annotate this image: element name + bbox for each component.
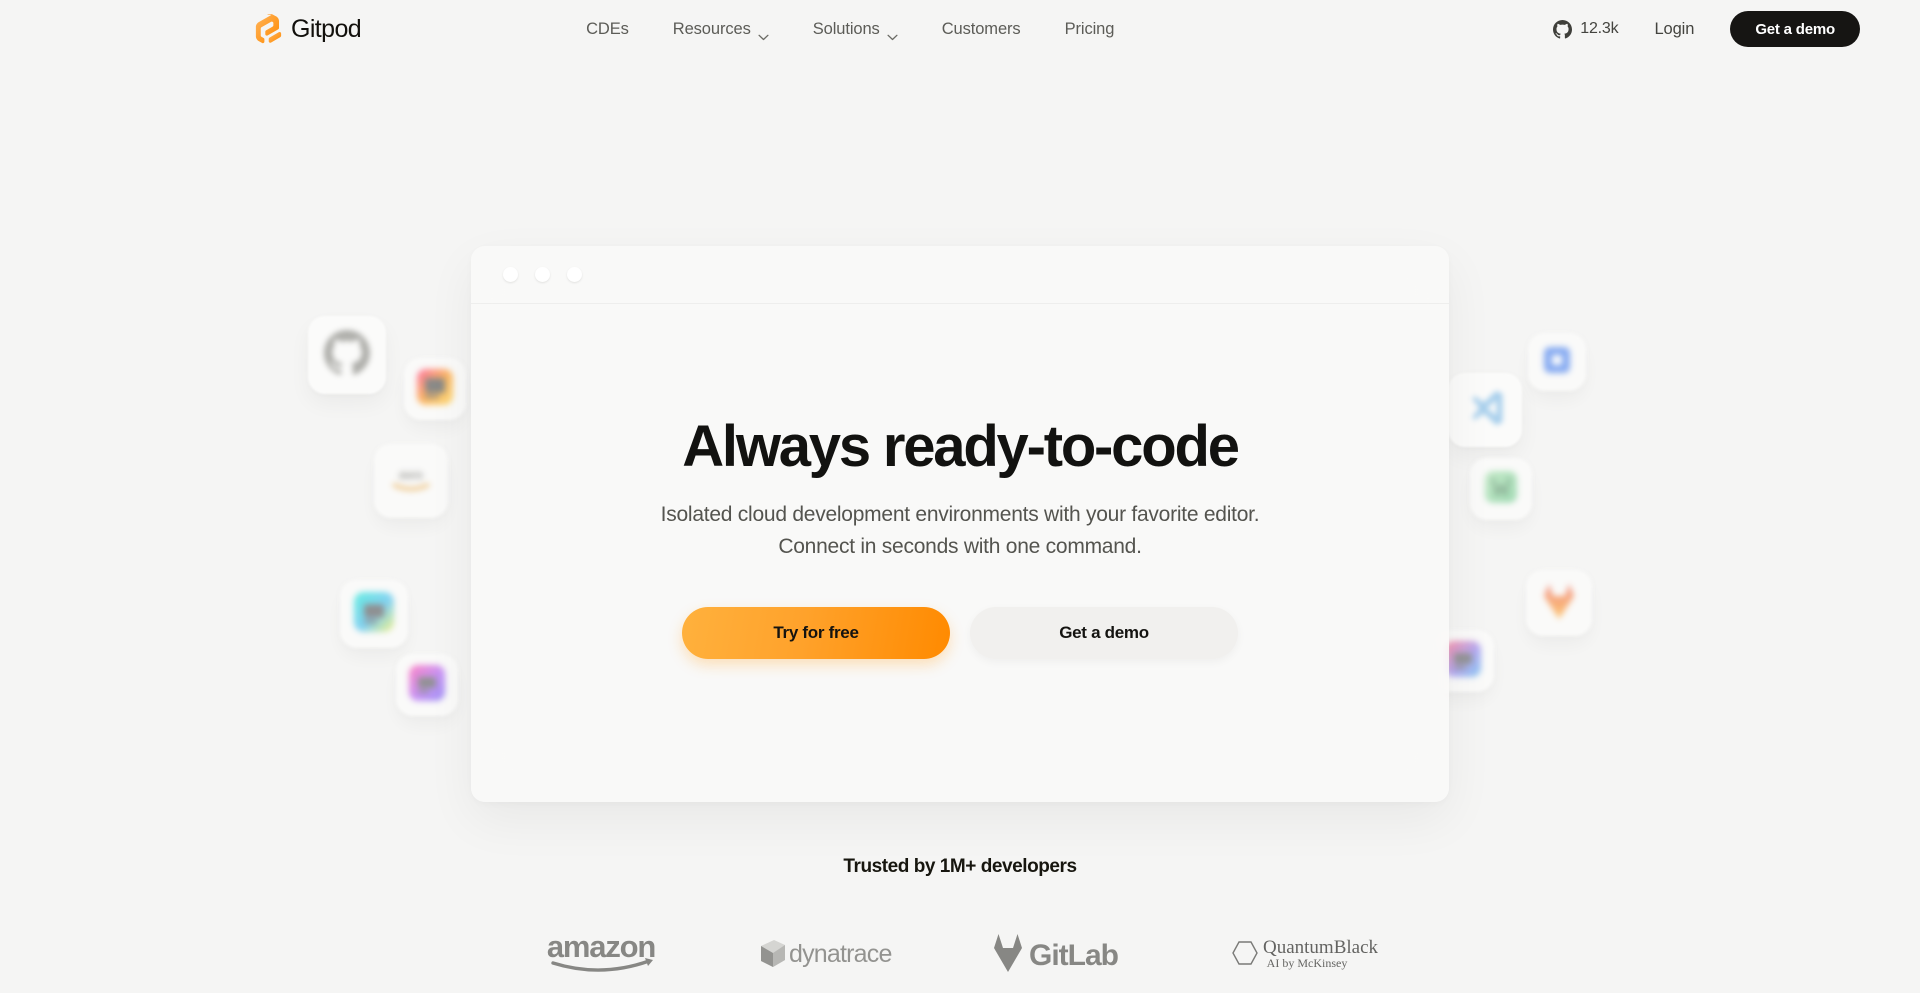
github-stars-link[interactable]: 12.3k: [1539, 12, 1632, 47]
nav-item-resources[interactable]: Resources: [651, 12, 791, 47]
amazon-logo: amazon: [537, 930, 665, 976]
floating-tile-intellij-idea: [340, 580, 408, 648]
vscode-icon: [1463, 386, 1507, 435]
gitpod-logo-icon: [255, 13, 282, 45]
floating-tile-aws: aws: [374, 444, 448, 518]
get-a-demo-button[interactable]: Get a demo: [1730, 11, 1860, 47]
floating-tile-jetbrains-toolbox: [404, 358, 466, 420]
github-star-count: 12.3k: [1580, 20, 1619, 37]
svg-text:amazon: amazon: [547, 930, 655, 964]
github-icon: [1553, 19, 1573, 39]
hero-subtitle: Isolated cloud development environments …: [660, 503, 1260, 559]
nav-item-label: Pricing: [1064, 19, 1115, 38]
primary-nav: CDEs Resources Solutions Customers Prici…: [564, 12, 1136, 47]
floating-tile-vscode: [1448, 373, 1522, 447]
svg-text:AI by McKinsey: AI by McKinsey: [1267, 956, 1348, 970]
window-dot-maximize-icon[interactable]: [567, 267, 582, 282]
nav-item-label: Solutions: [812, 19, 880, 38]
nav-actions: 12.3k Login Get a demo: [1539, 11, 1860, 47]
floating-tile-azure-devops: [1528, 333, 1586, 391]
nav-item-cdes[interactable]: CDEs: [564, 12, 651, 47]
quantumblack-logo: QuantumBlack AI by McKinsey: [1227, 932, 1383, 974]
top-navigation-bar: Gitpod CDEs Resources Solutions Customer…: [0, 0, 1920, 58]
window-dot-minimize-icon[interactable]: [535, 267, 550, 282]
nav-item-customers[interactable]: Customers: [920, 12, 1043, 47]
get-a-demo-cta-button[interactable]: Get a demo: [970, 607, 1238, 660]
hero-section: aws Always ready-to-code Isolated cloud …: [0, 58, 1920, 802]
svg-text:QuantumBlack: QuantumBlack: [1263, 937, 1379, 958]
pycharm-icon: [409, 664, 445, 706]
nav-item-pricing[interactable]: Pricing: [1043, 12, 1137, 47]
window-dot-close-icon[interactable]: [503, 267, 518, 282]
dynatrace-logo: dynatrace: [757, 933, 899, 973]
chevron-down-icon: [758, 27, 769, 40]
nav-item-label: Customers: [941, 19, 1021, 38]
floating-tile-webstorm: [1470, 458, 1532, 520]
nav-item-solutions[interactable]: Solutions: [791, 12, 920, 47]
goland-icon: [1445, 640, 1481, 682]
trusted-by-title: Trusted by 1M+ developers: [843, 856, 1077, 877]
nav-item-label: Resources: [672, 19, 751, 38]
svg-text:aws: aws: [399, 467, 424, 482]
webstorm-icon: [1483, 469, 1519, 510]
gitlab-logo: GitLab: [991, 931, 1135, 975]
window-titlebar: [471, 246, 1449, 304]
nav-item-label: CDEs: [586, 19, 629, 38]
jetbrains-toolbox-icon: [417, 368, 453, 410]
login-link[interactable]: Login: [1632, 12, 1716, 47]
try-for-free-button[interactable]: Try for free: [682, 607, 950, 660]
brand-name: Gitpod: [291, 14, 362, 43]
svg-text:dynatrace: dynatrace: [789, 940, 892, 968]
floating-tile-github: [308, 316, 386, 394]
aws-icon: aws: [389, 464, 433, 499]
trusted-by-section: Trusted by 1M+ developers amazon dynatra…: [0, 856, 1920, 976]
hero-window-card: Always ready-to-code Isolated cloud deve…: [471, 246, 1449, 802]
gitlab-icon: [1539, 582, 1579, 625]
intellij-idea-icon: [354, 591, 394, 637]
chevron-down-icon: [887, 27, 898, 40]
floating-tile-gitlab: [1526, 570, 1592, 636]
customer-logo-row: amazon dynatrace GitLab QuantumBlack AI …: [0, 930, 1920, 976]
floating-tile-pycharm: [396, 654, 458, 716]
svg-text:GitLab: GitLab: [1029, 939, 1119, 972]
hero-cta-group: Try for free Get a demo: [682, 607, 1238, 660]
hero-content: Always ready-to-code Isolated cloud deve…: [471, 304, 1449, 802]
github-icon: [324, 329, 370, 381]
brand-logo-link[interactable]: Gitpod: [255, 13, 362, 45]
azure-devops-icon: [1541, 344, 1573, 381]
page-title: Always ready-to-code: [682, 413, 1240, 479]
